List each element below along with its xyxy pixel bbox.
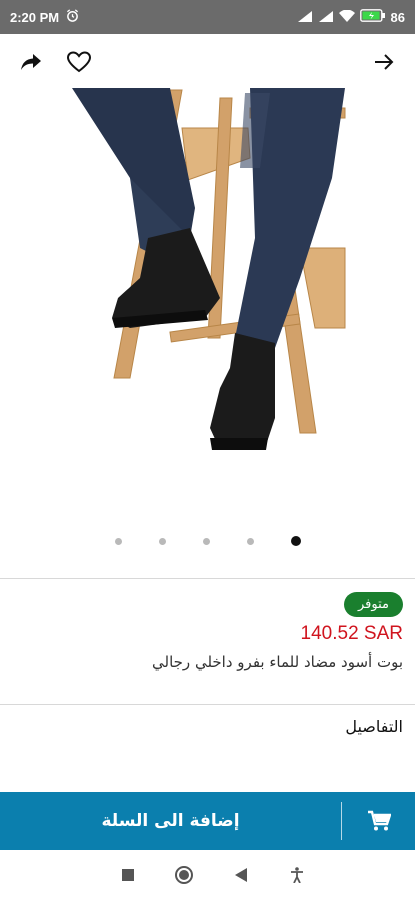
product-info: متوفر 140.52 SAR بوت أسود مضاد للماء بفر…	[13, 592, 403, 671]
system-nav-bar	[0, 850, 415, 900]
add-to-cart-button[interactable]: إضافة الى السلة	[0, 792, 415, 850]
share-icon[interactable]	[16, 47, 46, 77]
heart-icon[interactable]	[64, 47, 94, 77]
product-title: بوت أسود مضاد للماء بفرو داخلي رجالي	[152, 653, 403, 671]
recent-apps-icon[interactable]	[113, 860, 143, 890]
signal-icon	[318, 10, 334, 25]
product-price: 140.52 SAR	[300, 623, 403, 644]
cart-icon	[341, 802, 415, 840]
add-to-cart-label: إضافة الى السلة	[101, 811, 240, 831]
product-image[interactable]	[70, 88, 346, 458]
wifi-icon	[338, 9, 355, 25]
accessibility-icon[interactable]	[282, 860, 312, 890]
gallery-dot[interactable]	[246, 537, 254, 545]
gallery-dot[interactable]	[114, 537, 122, 545]
divider	[0, 578, 415, 579]
top-bar	[0, 40, 415, 84]
status-time: 2:20 PM	[10, 9, 60, 25]
home-icon[interactable]	[169, 860, 199, 890]
back-icon[interactable]	[226, 860, 256, 890]
divider	[0, 704, 415, 705]
back-arrow-icon[interactable]	[369, 47, 399, 77]
battery-level: 86	[390, 9, 405, 25]
gallery-dot[interactable]	[202, 537, 210, 545]
signal-icon	[297, 10, 313, 25]
gallery-dot[interactable]	[158, 537, 166, 545]
availability-badge: متوفر	[344, 592, 403, 617]
details-section[interactable]: التفاصيل	[13, 717, 403, 736]
alarm-icon	[66, 9, 79, 25]
gallery-dot-active[interactable]	[290, 536, 301, 546]
battery-icon	[359, 9, 386, 25]
gallery-pagination	[0, 534, 415, 548]
details-label: التفاصيل	[345, 717, 403, 736]
status-bar: 2:20 PM 86	[0, 0, 415, 34]
